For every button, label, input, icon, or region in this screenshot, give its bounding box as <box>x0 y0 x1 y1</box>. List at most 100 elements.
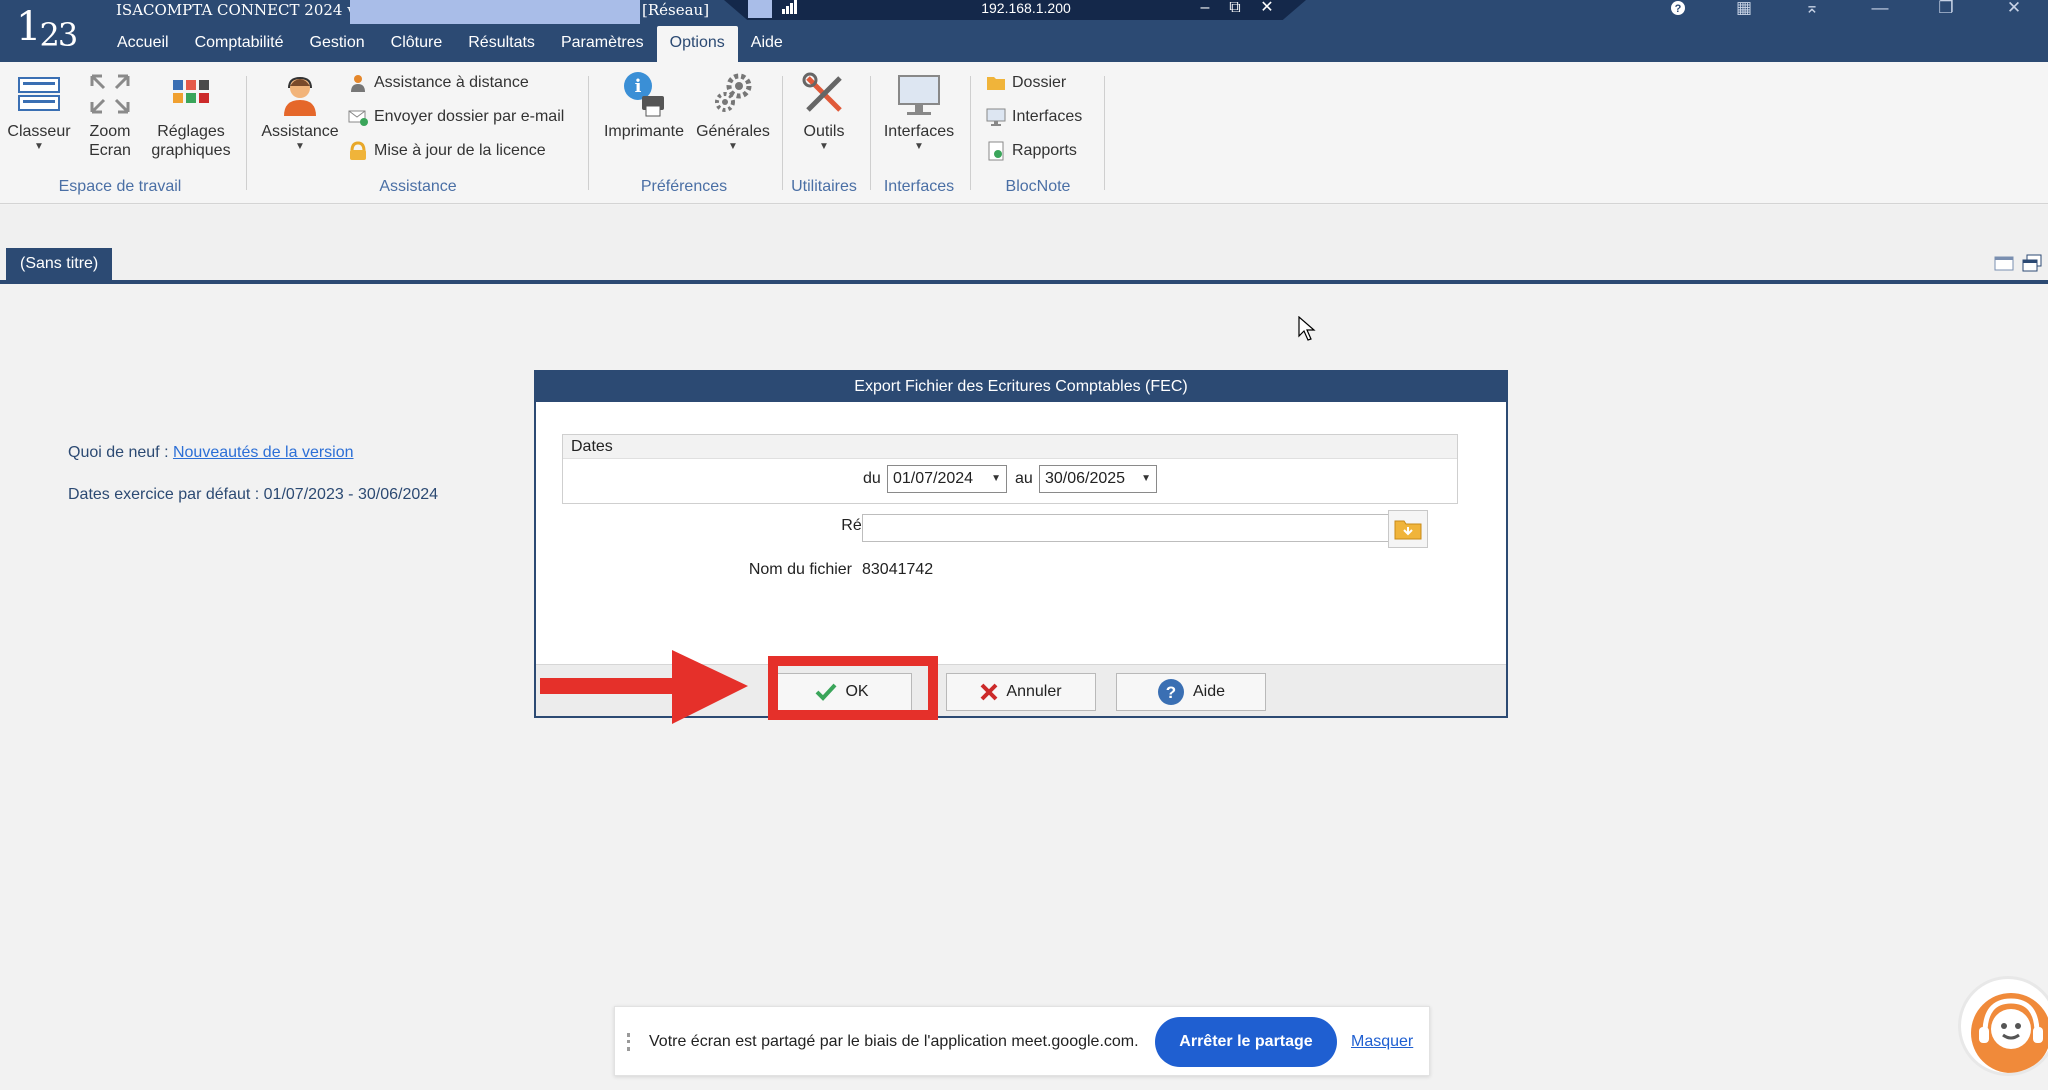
gears-icon <box>715 73 752 112</box>
minimize-button[interactable]: — <box>1860 0 1900 18</box>
printer-info-icon: i <box>624 72 664 117</box>
remote-minimize-button[interactable]: – <box>1193 0 1217 18</box>
whats-new-link[interactable]: Nouveautés de la version <box>173 444 354 461</box>
monitor-icon <box>898 75 940 115</box>
cascade-windows-icon[interactable] <box>2022 254 2042 272</box>
menu-options[interactable]: Options <box>656 26 738 62</box>
reglages-graphiques-button[interactable]: Réglages graphiques <box>146 70 236 160</box>
ok-highlight-annotation <box>768 656 938 720</box>
license-key-icon <box>350 141 366 160</box>
tools-icon <box>802 72 842 112</box>
classeur-icon <box>18 77 60 111</box>
help-icon[interactable]: ? <box>1658 0 1698 18</box>
screen-share-bar: Votre écran est partagé par le biais de … <box>614 1006 1430 1076</box>
nom-fichier-value[interactable]: 83041742 <box>862 556 933 584</box>
calculator-icon[interactable]: ▦ <box>1724 0 1764 18</box>
monitor-small-icon <box>986 108 1006 126</box>
red-arrow-annotation <box>540 650 748 724</box>
menu-parametres[interactable]: Paramètres <box>548 26 657 62</box>
group-label-assistance: Assistance <box>379 178 457 195</box>
document-tab-strip <box>0 205 2048 283</box>
remote-ip-address: 192.168.1.200 <box>981 0 1071 16</box>
folder-icon <box>987 77 1005 90</box>
menu-resultats[interactable]: Résultats <box>455 26 548 62</box>
assistance-button[interactable]: Assistance ▼ <box>256 70 344 153</box>
ribbon-separator <box>588 76 589 190</box>
dates-group-header: Dates <box>563 435 1457 459</box>
date-to-picker[interactable]: 30/06/2025 ▼ <box>1039 465 1157 493</box>
chevron-down-icon: ▼ <box>34 141 44 152</box>
redacted-title-area <box>350 0 640 24</box>
tab-sans-titre[interactable]: (Sans titre) <box>6 248 113 280</box>
classeur-button[interactable]: Classeur ▼ <box>4 70 74 153</box>
app-title: ISACOMPTA CONNECT 2024 v2 <box>116 1 366 19</box>
close-button[interactable]: ✕ <box>1994 0 2034 18</box>
mise-a-jour-licence-item[interactable]: Mise à jour de la licence <box>348 138 546 164</box>
annuler-button[interactable]: Annuler <box>946 673 1096 711</box>
tile-windows-icon[interactable] <box>1994 254 2014 272</box>
blocnote-interfaces-item[interactable]: Interfaces <box>986 104 1082 130</box>
imprimante-button[interactable]: i Imprimante <box>598 70 690 141</box>
drag-handle-icon[interactable] <box>627 1033 637 1051</box>
color-palette-icon <box>173 80 209 103</box>
menu-aide[interactable]: Aide <box>738 26 796 62</box>
collapse-ribbon-icon[interactable]: ⌅ <box>1792 0 1832 18</box>
whats-new-line: Quoi de neuf : Nouveautés de la version <box>68 444 354 462</box>
cancel-x-icon <box>981 683 998 701</box>
stop-sharing-button[interactable]: Arrêter le partage <box>1155 1017 1337 1067</box>
remote-close-button[interactable]: ✕ <box>1255 0 1279 18</box>
menu-cloture[interactable]: Clôture <box>378 26 456 62</box>
support-chat-bubble[interactable] <box>1958 976 2048 1076</box>
group-label-blocnote: BlocNote <box>1005 178 1071 195</box>
ribbon-separator <box>1104 76 1105 190</box>
browse-folder-button[interactable] <box>1388 510 1428 548</box>
mouse-cursor-icon <box>1298 316 1316 341</box>
menu-gestion[interactable]: Gestion <box>297 26 378 62</box>
chevron-down-icon: ▼ <box>819 141 829 152</box>
blocnote-rapports-item[interactable]: Rapports <box>986 138 1077 164</box>
aide-button[interactable]: ? Aide <box>1116 673 1266 711</box>
du-label: du <box>863 470 881 487</box>
generales-button[interactable]: Générales ▼ <box>692 70 774 153</box>
outils-button[interactable]: Outils ▼ <box>788 70 860 153</box>
chevron-down-icon: ▼ <box>1141 473 1151 484</box>
menu-comptabilite[interactable]: Comptabilité <box>182 26 297 62</box>
date-from-picker[interactable]: 01/07/2024 ▼ <box>887 465 1007 493</box>
zoom-ecran-button[interactable]: Zoom Ecran <box>80 70 140 160</box>
group-label-preferences: Préférences <box>640 178 728 195</box>
ribbon-separator <box>870 76 871 190</box>
app-logo: 123 <box>16 4 78 54</box>
whats-new-label: Quoi de neuf : <box>68 444 173 461</box>
hide-share-bar-link[interactable]: Masquer <box>1351 1007 1413 1077</box>
assistance-distance-item[interactable]: Assistance à distance <box>348 70 529 96</box>
chevron-down-icon: ▼ <box>728 141 738 152</box>
default-fiscal-dates: Dates exercice par défaut : 01/07/2023 -… <box>68 486 439 503</box>
share-status-text: Votre écran est partagé par le biais de … <box>649 1033 1139 1050</box>
signal-bars-icon <box>782 0 798 18</box>
menu-bar: Accueil Comptabilité Gestion Clôture Rés… <box>104 26 796 62</box>
support-agent-icon <box>1971 993 2048 1073</box>
zoom-icon <box>90 74 130 114</box>
blocnote-dossier-item[interactable]: Dossier <box>986 70 1066 96</box>
title-bar: 123 ISACOMPTA CONNECT 2024 v2 [Réseau] 1… <box>0 0 2048 62</box>
support-agent-icon <box>284 76 316 116</box>
svg-text:?: ? <box>1675 3 1682 15</box>
ribbon-separator <box>246 76 247 190</box>
group-label-interfaces: Interfaces <box>883 178 955 195</box>
ribbon: Classeur ▼ Zoom Ecran Réglages graphiques … <box>0 62 2048 204</box>
interfaces-button[interactable]: Interfaces ▼ <box>876 70 962 153</box>
restore-button[interactable]: ❐ <box>1926 0 1966 18</box>
help-circle-icon: ? <box>1157 679 1184 705</box>
repertoire-input[interactable] <box>862 514 1390 542</box>
remote-pin-icon[interactable] <box>748 0 772 18</box>
group-label-espace: Espace de travail <box>58 178 182 195</box>
au-label: au <box>1015 470 1033 487</box>
report-icon <box>988 141 1004 161</box>
ribbon-separator <box>970 76 971 190</box>
remote-restore-button[interactable]: ⧉ <box>1223 0 1247 18</box>
menu-accueil[interactable]: Accueil <box>104 26 182 62</box>
chevron-down-icon: ▼ <box>295 141 305 152</box>
envoyer-dossier-item[interactable]: Envoyer dossier par e-mail <box>348 104 564 130</box>
svg-text:?: ? <box>1166 683 1176 702</box>
chevron-down-icon: ▼ <box>914 141 924 152</box>
